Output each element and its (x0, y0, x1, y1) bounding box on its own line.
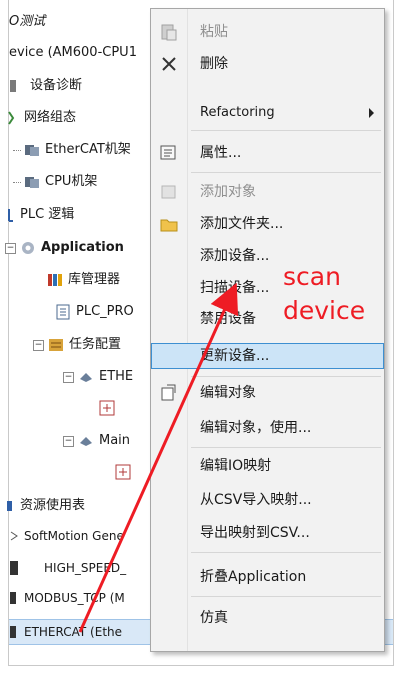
annotation-arrow (78, 282, 239, 633)
annotation-text-device: device (283, 296, 366, 325)
annotation-arrow-line (78, 282, 239, 633)
annotation-text-scan: scan (283, 262, 341, 291)
